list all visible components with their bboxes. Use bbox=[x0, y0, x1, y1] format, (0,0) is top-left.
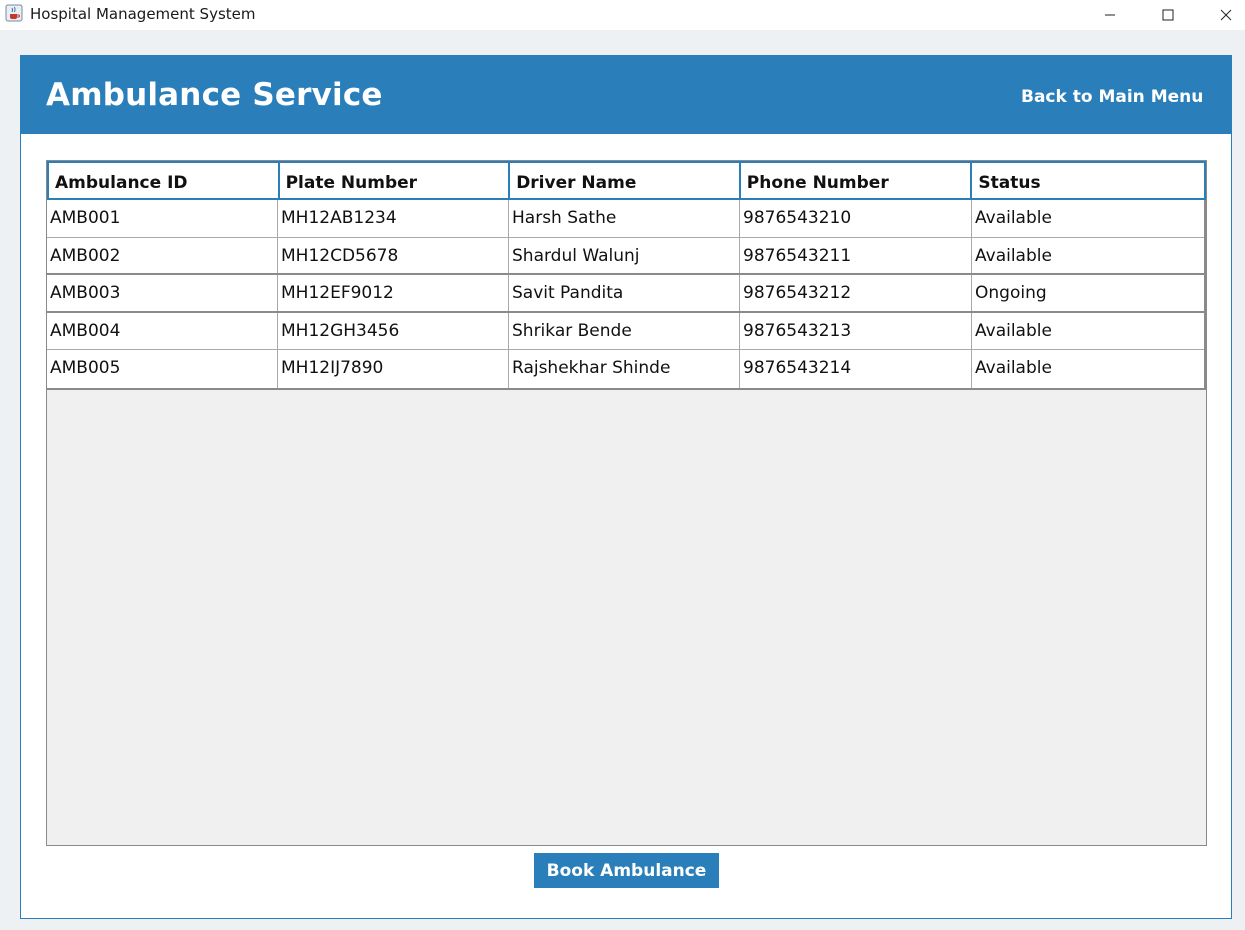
window-titlebar: Hospital Management System bbox=[0, 0, 1245, 30]
book-ambulance-button[interactable]: Book Ambulance bbox=[534, 853, 719, 888]
maximize-icon bbox=[1162, 9, 1174, 21]
header-bar: Ambulance Service Back to Main Menu bbox=[21, 56, 1231, 134]
cell-ambulance-id: AMB001 bbox=[47, 200, 278, 237]
cell-ambulance-id: AMB003 bbox=[47, 275, 278, 311]
window-title: Hospital Management System bbox=[30, 5, 256, 23]
ambulance-table[interactable]: Ambulance ID Plate Number Driver Name Ph… bbox=[46, 160, 1207, 846]
table-row[interactable]: AMB003 MH12EF9012 Savit Pandita 98765432… bbox=[47, 275, 1204, 313]
cell-ambulance-id: AMB002 bbox=[47, 237, 278, 274]
table-row[interactable]: AMB002 MH12CD5678 Shardul Walunj 9876543… bbox=[47, 237, 1204, 276]
column-header-phone-number[interactable]: Phone Number bbox=[741, 163, 973, 198]
cell-plate-number: MH12GH3456 bbox=[278, 312, 509, 350]
cell-status: Available bbox=[975, 245, 1052, 266]
cell-phone-number: 9876543213 bbox=[740, 312, 972, 350]
cell-driver-name: Savit Pandita bbox=[509, 275, 740, 311]
minimize-icon bbox=[1105, 14, 1115, 16]
cell-plate-number: MH12AB1234 bbox=[278, 200, 509, 237]
cell-plate-number: MH12IJ7890 bbox=[278, 350, 509, 388]
cell-status: Available bbox=[975, 208, 1052, 228]
cell-ambulance-id: AMB005 bbox=[47, 350, 278, 388]
cell-plate-number: MH12EF9012 bbox=[278, 275, 509, 311]
cell-plate-number: MH12CD5678 bbox=[278, 237, 509, 274]
close-icon bbox=[1220, 9, 1232, 21]
cell-status: Available bbox=[975, 358, 1052, 379]
minimize-button[interactable] bbox=[1081, 0, 1139, 30]
cell-phone-number: 9876543210 bbox=[740, 200, 972, 237]
column-header-plate-number[interactable]: Plate Number bbox=[280, 163, 511, 198]
cell-status: Available bbox=[975, 320, 1052, 341]
close-button[interactable] bbox=[1197, 0, 1245, 30]
cell-phone-number: 9876543214 bbox=[740, 350, 972, 388]
cell-driver-name: Harsh Sathe bbox=[509, 200, 740, 237]
table-body: AMB001 MH12AB1234 Harsh Sathe 9876543210… bbox=[47, 200, 1206, 390]
table-header: Ambulance ID Plate Number Driver Name Ph… bbox=[47, 161, 1206, 200]
main-panel: Ambulance Service Back to Main Menu Ambu… bbox=[20, 55, 1232, 919]
page-title: Ambulance Service bbox=[46, 77, 383, 113]
cell-ambulance-id: AMB004 bbox=[47, 312, 278, 350]
cell-status: Ongoing bbox=[975, 283, 1047, 304]
cell-phone-number: 9876543211 bbox=[740, 237, 972, 274]
table-row[interactable]: AMB001 MH12AB1234 Harsh Sathe 9876543210… bbox=[47, 200, 1204, 238]
column-header-ambulance-id[interactable]: Ambulance ID bbox=[49, 163, 280, 198]
table-row[interactable]: AMB004 MH12GH3456 Shrikar Bende 98765432… bbox=[47, 312, 1204, 351]
maximize-button[interactable] bbox=[1139, 0, 1197, 30]
column-header-driver-name[interactable]: Driver Name bbox=[510, 163, 741, 198]
column-header-status[interactable]: Status bbox=[972, 163, 1204, 198]
java-cup-icon bbox=[5, 4, 23, 22]
back-to-main-menu-button[interactable]: Back to Main Menu bbox=[1021, 87, 1203, 107]
cell-phone-number: 9876543212 bbox=[740, 275, 972, 311]
cell-driver-name: Rajshekhar Shinde bbox=[509, 350, 740, 388]
cell-driver-name: Shrikar Bende bbox=[509, 312, 740, 350]
cell-driver-name: Shardul Walunj bbox=[509, 237, 740, 274]
table-row[interactable]: AMB005 MH12IJ7890 Rajshekhar Shinde 9876… bbox=[47, 350, 1204, 388]
